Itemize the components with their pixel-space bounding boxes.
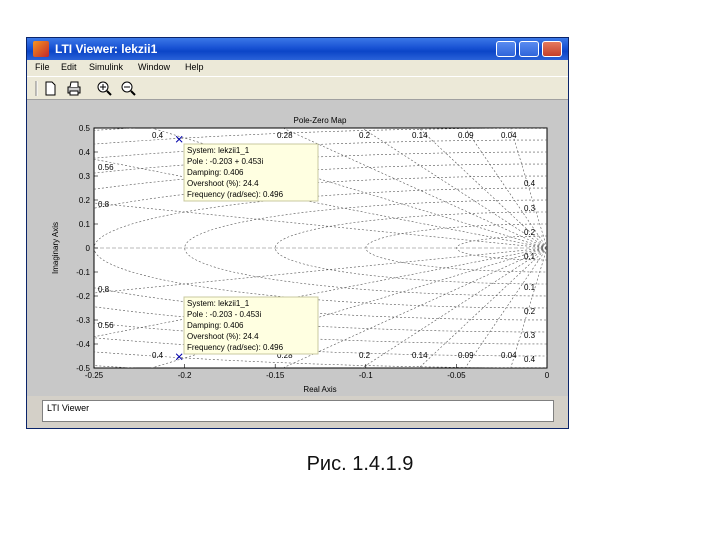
frequency-label: 0.4 — [524, 355, 536, 364]
y-tick-label: 0.5 — [79, 124, 91, 133]
x-tick-label: -0.1 — [359, 371, 373, 380]
y-tick-label: -0.4 — [76, 340, 90, 349]
y-tick-label: -0.3 — [76, 316, 90, 325]
frequency-label: 0.3 — [524, 204, 536, 213]
damping-label: 0.56 — [98, 163, 114, 172]
frequency-label: 0.2 — [524, 307, 536, 316]
y-tick-label: 0.1 — [79, 220, 91, 229]
damping-label: 0.09 — [458, 351, 474, 360]
menu-window[interactable]: Window — [138, 62, 170, 72]
window-title: LTI Viewer: lekzii1 — [55, 42, 158, 56]
zoom-in-icon[interactable] — [95, 80, 113, 97]
damping-label: 0.8 — [98, 200, 110, 209]
plot-title: Pole-Zero Map — [294, 116, 347, 125]
status-bar: LTI Viewer — [42, 400, 554, 422]
menu-simulink[interactable]: Simulink — [89, 62, 123, 72]
pole-zero-map-figure[interactable]: -0.25 -0.2 -0.15 -0.1 -0.05 0 0.50.40.30.20.1… — [27, 100, 568, 396]
status-text: LTI Viewer — [47, 403, 90, 413]
damping-label: 0.09 — [458, 131, 474, 140]
damping-label: 0.04 — [501, 351, 517, 360]
close-button[interactable] — [542, 41, 562, 57]
maximize-button[interactable] — [519, 41, 539, 57]
y-axis-label: Imaginary Axis — [51, 222, 60, 274]
menu-bar: File Edit Simulink Window Help — [27, 60, 568, 76]
print-icon[interactable] — [65, 80, 83, 97]
frequency-label: 0.1 — [524, 252, 536, 261]
damping-label: 0.28 — [277, 131, 293, 140]
datatip-system: System: lekzii1_1 — [187, 146, 250, 155]
datatip-pole: Pole : -0.203 + 0.453i — [187, 157, 264, 166]
menu-edit[interactable]: Edit — [61, 62, 77, 72]
y-tick-label: 0.2 — [79, 196, 91, 205]
zoom-out-icon[interactable] — [119, 80, 137, 97]
datatip-upper-pole[interactable]: System: lekzii1_1 Pole : -0.203 + 0.453i… — [183, 143, 319, 202]
damping-label: 0.04 — [501, 131, 517, 140]
datatip-damping: Damping: 0.406 — [187, 321, 244, 330]
menu-file[interactable]: File — [35, 62, 50, 72]
y-tick-label: 0.4 — [79, 148, 91, 157]
frequency-label: 0.3 — [524, 331, 536, 340]
datatip-frequency: Frequency (rad/sec): 0.496 — [187, 190, 284, 199]
minimize-button[interactable] — [496, 41, 516, 57]
damping-label: 0.14 — [412, 351, 428, 360]
frequency-label: 0.1 — [524, 283, 536, 292]
x-tick-label: -0.15 — [266, 371, 285, 380]
matlab-app-icon — [33, 41, 49, 57]
damping-label: 0.14 — [412, 131, 428, 140]
y-tick-label: 0 — [86, 244, 91, 253]
x-tick-label: -0.2 — [178, 371, 192, 380]
toolbar — [27, 76, 568, 100]
datatip-lower-pole[interactable]: System: lekzii1_1 Pole : -0.203 - 0.453i… — [183, 296, 319, 355]
damping-label: 0.8 — [98, 285, 110, 294]
frequency-label: 0.4 — [524, 179, 536, 188]
damping-label: 0.56 — [98, 321, 114, 330]
datatip-frequency: Frequency (rad/sec): 0.496 — [187, 343, 284, 352]
y-tick-label: 0.3 — [79, 172, 91, 181]
datatip-overshoot: Overshoot (%): 24.4 — [187, 332, 259, 341]
title-bar[interactable]: LTI Viewer: lekzii1 — [27, 38, 568, 60]
plot-area: -0.25 -0.2 -0.15 -0.1 -0.05 0 0.5 0.4 0.3 0.2 0.1… — [27, 100, 568, 396]
lti-viewer-window: LTI Viewer: lekzii1 File Edit Simulink W… — [26, 37, 569, 429]
menu-help[interactable]: Help — [185, 62, 204, 72]
damping-label: 0.2 — [359, 131, 371, 140]
figure-caption: Рис. 1.4.1.9 — [306, 453, 414, 475]
datatip-system: System: lekzii1_1 — [187, 299, 250, 308]
x-tick-label: -0.05 — [447, 371, 466, 380]
damping-label: 0.2 — [359, 351, 371, 360]
frequency-label: 0.2 — [524, 228, 536, 237]
y-tick-label: -0.1 — [76, 268, 90, 277]
datatip-pole: Pole : -0.203 - 0.453i — [187, 310, 261, 319]
y-tick-label: -0.2 — [76, 292, 90, 301]
y-tick-label: -0.5 — [76, 364, 90, 373]
x-axis-label: Real Axis — [303, 385, 336, 394]
damping-label: 0.4 — [152, 351, 164, 360]
datatip-overshoot: Overshoot (%): 24.4 — [187, 179, 259, 188]
toolbar-grip — [35, 81, 38, 96]
damping-label: 0.4 — [152, 131, 164, 140]
new-icon[interactable] — [41, 80, 59, 97]
datatip-damping: Damping: 0.406 — [187, 168, 244, 177]
x-tick-label: 0 — [545, 371, 550, 380]
